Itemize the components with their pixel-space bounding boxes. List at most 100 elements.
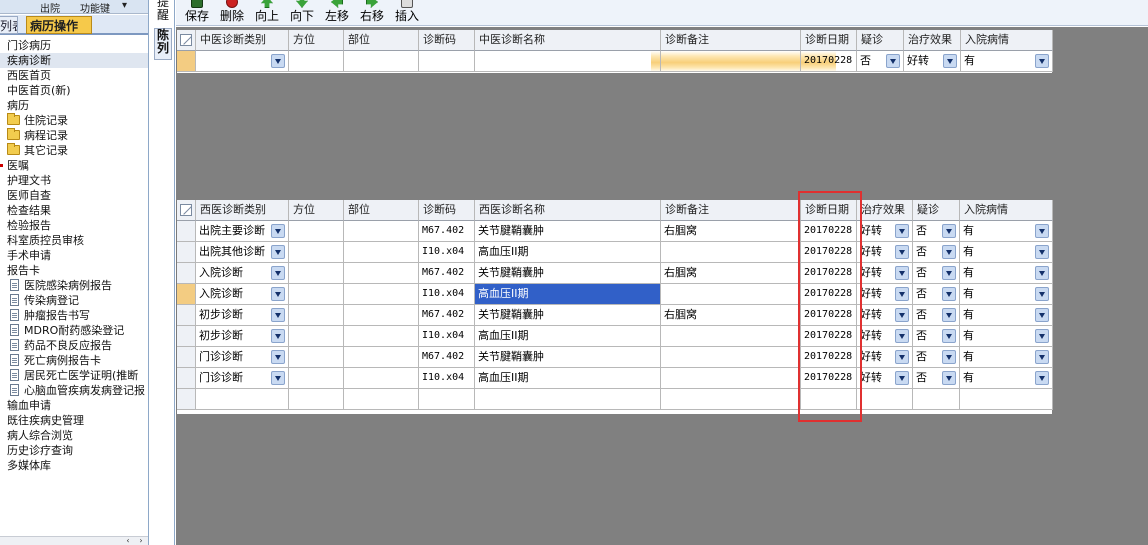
dropdown-arrow-icon[interactable] — [271, 350, 285, 364]
tree-item[interactable]: 门诊病历 — [0, 38, 148, 53]
cell-remark[interactable] — [661, 347, 801, 368]
cell-condition[interactable]: 有 — [960, 242, 1053, 263]
dropdown-arrow-icon[interactable] — [942, 245, 956, 259]
dropdown-arrow-icon[interactable] — [943, 54, 957, 68]
column-header[interactable]: 方位 — [289, 30, 344, 51]
table-row[interactable]: 入院诊断 I10.x04 高血压II期 20170228 好转否有 — [177, 284, 1053, 305]
cell-effect[interactable]: 好转 — [857, 347, 913, 368]
cell-suspect[interactable]: 否 — [913, 305, 960, 326]
cell-remark[interactable] — [661, 368, 801, 389]
tree-item[interactable]: 输血申请 — [0, 398, 148, 413]
cell-remark[interactable] — [661, 51, 801, 72]
cell-code[interactable]: M67.402 — [419, 263, 475, 284]
cell-site[interactable] — [344, 242, 419, 263]
cell-name[interactable]: 高血压II期 — [475, 368, 661, 389]
tree-item[interactable]: 传染病登记 — [0, 293, 148, 308]
cell-remark[interactable] — [661, 389, 801, 410]
column-header[interactable]: 部位 — [344, 200, 419, 221]
cell-effect[interactable]: 好转 — [857, 242, 913, 263]
cell-position[interactable] — [289, 221, 344, 242]
column-header[interactable]: 治疗效果 — [857, 200, 913, 221]
cell-name[interactable]: 关节腱鞘囊肿 — [475, 221, 661, 242]
row-header[interactable] — [177, 284, 196, 305]
cell-name[interactable] — [475, 389, 661, 410]
tree-item[interactable]: 住院记录 — [0, 113, 148, 128]
tree-item[interactable]: 其它记录 — [0, 143, 148, 158]
sidebar-horizontal-scrollbar[interactable]: ‹ › — [0, 536, 148, 545]
cell-category[interactable] — [196, 389, 289, 410]
move-up-button[interactable]: 向上 — [252, 0, 282, 26]
cell-category[interactable]: 初步诊断 — [196, 326, 289, 347]
tree-item[interactable]: 病程记录 — [0, 128, 148, 143]
tree-item[interactable]: 护理文书 — [0, 173, 148, 188]
row-header[interactable] — [177, 263, 196, 284]
cell-effect[interactable]: 好转 — [857, 326, 913, 347]
dropdown-arrow-icon[interactable] — [895, 245, 909, 259]
dropdown-arrow-icon[interactable] — [271, 287, 285, 301]
tree-item[interactable]: 检验报告 — [0, 218, 148, 233]
cell-position[interactable] — [289, 347, 344, 368]
chevron-down-icon[interactable]: ▾ — [122, 0, 127, 11]
tree-item[interactable]: 既往疾病史管理 — [0, 413, 148, 428]
cell-category[interactable]: 门诊诊断 — [196, 368, 289, 389]
cell-name[interactable] — [475, 51, 661, 72]
cell-position[interactable] — [289, 242, 344, 263]
tree-item[interactable]: 多媒体库 — [0, 458, 148, 473]
dropdown-arrow-icon[interactable] — [1035, 308, 1049, 322]
cell-name[interactable]: 关节腱鞘囊肿 — [475, 305, 661, 326]
cell-code[interactable]: I10.x04 — [419, 368, 475, 389]
cell-condition[interactable]: 有 — [960, 347, 1053, 368]
dropdown-arrow-icon[interactable] — [942, 287, 956, 301]
cell-condition[interactable]: 有 — [960, 221, 1053, 242]
row-header[interactable] — [177, 221, 196, 242]
dropdown-arrow-icon[interactable] — [1035, 329, 1049, 343]
dropdown-arrow-icon[interactable] — [895, 224, 909, 238]
tree-item[interactable]: 心脑血管疾病发病登记报 — [0, 383, 148, 398]
row-header[interactable] — [177, 326, 196, 347]
dropdown-arrow-icon[interactable] — [271, 266, 285, 280]
tree-item[interactable]: 报告卡 — [0, 263, 148, 278]
cell-category[interactable]: 出院主要诊断 — [196, 221, 289, 242]
cell-remark[interactable] — [661, 242, 801, 263]
sidebar-top-mid-text[interactable]: 出院 — [40, 0, 60, 13]
insert-button[interactable]: 插入 — [392, 0, 422, 26]
dropdown-arrow-icon[interactable] — [1035, 371, 1049, 385]
column-header[interactable]: 入院病情 — [960, 200, 1053, 221]
cell-category[interactable]: 门诊诊断 — [196, 347, 289, 368]
dropdown-arrow-icon[interactable] — [1035, 54, 1049, 68]
dropdown-arrow-icon[interactable] — [271, 329, 285, 343]
cell-condition[interactable]: 有 — [960, 284, 1053, 305]
dropdown-arrow-icon[interactable] — [895, 350, 909, 364]
cell-condition[interactable] — [960, 389, 1053, 410]
dropdown-arrow-icon[interactable] — [271, 308, 285, 322]
cell-code[interactable]: I10.x04 — [419, 242, 475, 263]
cell-code[interactable]: I10.x04 — [419, 284, 475, 305]
cell-code[interactable]: M67.402 — [419, 221, 475, 242]
tree-item[interactable]: 科室质控员审核 — [0, 233, 148, 248]
cell-suspect[interactable]: 否 — [913, 221, 960, 242]
cell-effect[interactable]: 好转 — [857, 263, 913, 284]
column-header[interactable]: 诊断码 — [419, 200, 475, 221]
tree-item[interactable]: 肿瘤报告书写 — [0, 308, 148, 323]
cell-suspect[interactable]: 否 — [913, 242, 960, 263]
cell-site[interactable] — [344, 305, 419, 326]
table-row[interactable]: 初步诊断 M67.402 关节腱鞘囊肿 右腘窝 20170228 好转否有 — [177, 305, 1053, 326]
column-header[interactable]: 方位 — [289, 200, 344, 221]
cell-site[interactable] — [344, 347, 419, 368]
table-row[interactable]: 出院其他诊断 I10.x04 高血压II期 20170228 好转否有 — [177, 242, 1053, 263]
row-header[interactable] — [177, 389, 196, 410]
dropdown-arrow-icon[interactable] — [942, 266, 956, 280]
column-header[interactable]: 中医诊断名称 — [475, 30, 661, 51]
dropdown-arrow-icon[interactable] — [895, 266, 909, 280]
cell-name[interactable]: 关节腱鞘囊肿 — [475, 263, 661, 284]
dropdown-arrow-icon[interactable] — [895, 308, 909, 322]
tree-item[interactable]: 西医首页 — [0, 68, 148, 83]
table-row[interactable] — [177, 389, 1053, 410]
column-header[interactable]: 西医诊断名称 — [475, 200, 661, 221]
cell-category[interactable]: 初步诊断 — [196, 305, 289, 326]
cell-suspect[interactable]: 否 — [913, 284, 960, 305]
cell-site[interactable] — [344, 368, 419, 389]
dropdown-arrow-icon[interactable] — [271, 224, 285, 238]
tree-item[interactable]: 死亡病例报告卡 — [0, 353, 148, 368]
cell-code[interactable]: M67.402 — [419, 347, 475, 368]
